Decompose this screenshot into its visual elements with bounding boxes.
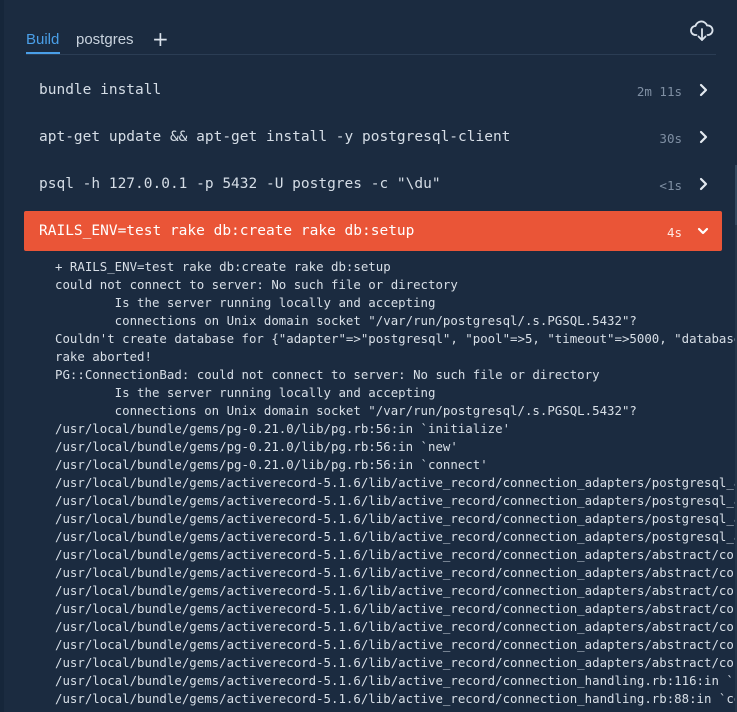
log-line: /usr/local/bundle/gems/activerecord-5.1.… — [55, 511, 737, 526]
log-line: /usr/local/bundle/gems/activerecord-5.1.… — [55, 547, 737, 562]
log-line: connections on Unix domain socket "/var/… — [55, 313, 637, 328]
step-duration: 30s — [659, 131, 682, 146]
step-duration: <1s — [659, 178, 682, 193]
chevron-down-icon[interactable] — [696, 223, 710, 239]
step-command: psql -h 127.0.0.1 -p 5432 -U postgres -c… — [39, 176, 441, 192]
log-line: /usr/local/bundle/gems/pg-0.21.0/lib/pg.… — [55, 439, 458, 454]
chevron-right-icon[interactable] — [696, 82, 710, 98]
log-line: /usr/local/bundle/gems/activerecord-5.1.… — [55, 673, 737, 688]
log-line: /usr/local/bundle/gems/activerecord-5.1.… — [55, 601, 737, 616]
log-line: Is the server running locally and accept… — [55, 385, 436, 400]
step-command: RAILS_ENV=test rake db:create rake db:se… — [39, 223, 415, 239]
log-line: /usr/local/bundle/gems/activerecord-5.1.… — [55, 475, 737, 490]
step-duration: 2m 11s — [636, 84, 682, 99]
log-line: /usr/local/bundle/gems/activerecord-5.1.… — [55, 637, 737, 652]
log-line: /usr/local/bundle/gems/activerecord-5.1.… — [55, 583, 737, 598]
step-log-output: + RAILS_ENV=test rake db:create rake db:… — [55, 258, 737, 708]
log-line: /usr/local/bundle/gems/activerecord-5.1.… — [55, 529, 737, 544]
log-line: /usr/local/bundle/gems/activerecord-5.1.… — [55, 655, 737, 670]
tab-build[interactable]: Build — [26, 31, 59, 48]
step-duration: 4s — [666, 225, 682, 240]
log-line: + RAILS_ENV=test rake db:create rake db:… — [55, 259, 391, 274]
log-line: /usr/local/bundle/gems/pg-0.21.0/lib/pg.… — [55, 421, 511, 436]
log-line: Couldn't create database for {"adapter"=… — [55, 331, 737, 346]
step-command: apt-get update && apt-get install -y pos… — [39, 129, 511, 145]
build-steps: bundle install 2m 11s apt-get update && … — [24, 70, 722, 258]
tab-bar: Build postgres + — [26, 27, 716, 55]
chevron-right-icon[interactable] — [696, 129, 710, 145]
step-bundle-install[interactable]: bundle install 2m 11s — [24, 70, 722, 110]
add-tab-button[interactable]: + — [152, 27, 169, 51]
log-line: /usr/local/bundle/gems/activerecord-5.1.… — [55, 493, 737, 508]
cloud-download-icon[interactable] — [690, 20, 714, 42]
log-line: /usr/local/bundle/gems/activerecord-5.1.… — [55, 565, 737, 580]
log-line: /usr/local/bundle/gems/activerecord-5.1.… — [55, 619, 737, 634]
log-line: /usr/local/bundle/gems/pg-0.21.0/lib/pg.… — [55, 457, 488, 472]
step-psql[interactable]: psql -h 127.0.0.1 -p 5432 -U postgres -c… — [24, 164, 722, 204]
log-line: could not connect to server: No such fil… — [55, 277, 458, 292]
log-line: rake aborted! — [55, 349, 152, 364]
log-line: connections on Unix domain socket "/var/… — [55, 403, 637, 418]
log-line: PG::ConnectionBad: could not connect to … — [55, 367, 600, 382]
step-command: bundle install — [39, 82, 162, 98]
chevron-right-icon[interactable] — [696, 176, 710, 192]
build-panel: Build postgres + bundle install 2m 11s a… — [4, 0, 737, 712]
active-tab-indicator — [26, 52, 60, 54]
log-line: /usr/local/bundle/gems/activerecord-5.1.… — [55, 691, 737, 706]
log-line: Is the server running locally and accept… — [55, 295, 436, 310]
step-rake-db-setup-failed[interactable]: RAILS_ENV=test rake db:create rake db:se… — [24, 211, 722, 251]
step-apt-get[interactable]: apt-get update && apt-get install -y pos… — [24, 117, 722, 157]
tab-postgres[interactable]: postgres — [76, 31, 134, 48]
